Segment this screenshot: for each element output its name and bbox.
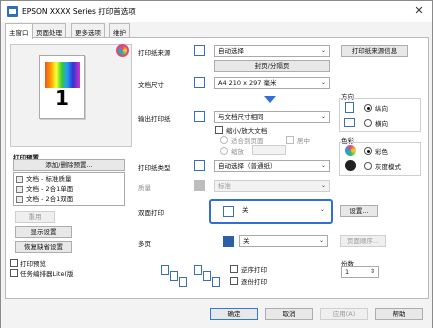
preset-item[interactable]: 文档 - 2合1单面 [16,184,73,194]
portrait-icon [345,102,354,113]
fit-to-page-label: 适合到页面 [231,137,264,145]
portrait-label: 纵向 [375,105,388,113]
grayscale-label: 灰度模式 [375,163,401,171]
duplex-icon [223,206,234,217]
portrait-radio[interactable] [364,104,372,112]
page-stack-icon [212,277,220,287]
chevron-down-icon: ⌄ [320,182,326,189]
reverse-order-label: 逆序打印 [241,266,267,274]
tab-more-options[interactable]: 更多选项 [71,23,105,38]
zoom-radio[interactable] [220,147,228,155]
document-size-label: 文档尺寸 [138,81,164,89]
tab-page-layout[interactable]: 页面处理 [32,23,66,38]
job-arranger-checkbox[interactable] [10,269,18,277]
multipage-select[interactable]: 关 ⌄ [239,235,328,247]
document-size-select[interactable]: A4 210 x 297 毫米 ⌄ [214,77,330,89]
show-settings-button[interactable]: 显示设置 [15,226,72,238]
arrow-down-icon [264,96,276,103]
reset-defaults-button[interactable]: 恢复缺省设置 [15,241,72,253]
close-button[interactable]: ✕ [412,4,426,18]
output-paper-label: 输出打印纸 [138,115,171,123]
paper-type-select[interactable]: 自动选择（普通纸） ⌄ [214,160,330,172]
chevron-down-icon: ⌄ [318,237,324,244]
print-preferences-window: EPSON XXXX Series 打印首选项 ✕ 主窗口 页面处理 更多选项 … [0,0,433,328]
preview-page-number: 1 [55,86,69,110]
page-stack-icon [194,265,202,275]
multipage-icon [223,236,234,247]
duplex-settings-button[interactable]: 设置... [340,205,378,217]
page-stack-icon [179,277,187,287]
reduce-enlarge-label: 缩小/放大文档 [226,127,268,135]
paper-type-label: 打印纸类型 [138,164,171,172]
preset-item[interactable]: 文档 - 标准质量 [16,174,71,184]
ok-button[interactable]: 确定 [210,308,258,320]
document-size-icon [194,77,205,88]
reduce-enlarge-checkbox[interactable] [215,126,223,134]
zoom-label: 缩放 [231,148,244,156]
add-remove-presets-button[interactable]: 添加/删除预置... [13,159,125,171]
center-label: 居中 [297,137,310,145]
color-wheel-icon [345,145,356,156]
paper-type-icon [194,160,205,171]
envelope-separator-button[interactable]: 封页/分隔页 [214,60,330,72]
chevron-down-icon: ⌄ [320,113,326,120]
cancel-button[interactable]: 取消 [265,308,313,320]
page-stack-icon [203,271,211,281]
quality-select[interactable]: 标准 ⌄ [214,180,330,192]
document-icon [16,195,23,203]
window-title: EPSON XXXX Series 打印首选项 [22,7,136,16]
collate-checkbox[interactable] [230,277,238,285]
chevron-down-icon: ⌄ [320,79,326,86]
landscape-radio[interactable] [364,119,372,127]
preset-item[interactable]: 文档 - 2合1双面 [16,194,73,204]
page-stack-icon [161,265,169,275]
preview-color-bar [45,62,80,88]
title-bar: EPSON XXXX Series 打印首选项 ✕ [1,1,432,22]
reverse-order-checkbox[interactable] [230,265,238,273]
print-preview-label: 打印预览 [20,260,46,268]
tab-maintenance[interactable]: 维护 [109,23,130,38]
duplex-select[interactable]: 关 ⌄ [239,205,328,217]
print-preview-checkbox[interactable] [10,259,18,267]
page-stack-icon [170,271,178,281]
collate-label: 逐份打印 [241,278,267,286]
grayscale-radio[interactable] [364,162,372,170]
landscape-label: 横向 [375,120,388,128]
paper-source-info-button[interactable]: 打印纸来源信息 [341,45,408,57]
output-paper-select[interactable]: 与文档尺寸相同 ⌄ [214,111,330,123]
help-button[interactable]: 帮助 [375,308,423,320]
output-paper-icon [194,111,205,122]
duplex-label: 双面打印 [138,209,164,217]
tab-main[interactable]: 主窗口 [5,23,33,39]
page-order-button[interactable]: 页面顺序... [340,235,386,247]
printer-app-icon [7,6,18,17]
chevron-down-icon: ⌄ [319,206,325,213]
chevron-down-icon: ⌄ [320,47,326,54]
job-arranger-label: 任务编排器Lite(版 [20,270,74,278]
quality-icon [194,180,205,191]
zoom-input[interactable] [252,145,286,155]
preview-paper: 1 [39,55,85,119]
grayscale-icon [345,160,356,171]
center-checkbox[interactable] [286,136,294,144]
color-radio[interactable] [364,147,372,155]
landscape-icon [344,118,355,127]
presets-list[interactable]: 文档 - 标准质量 文档 - 2合1单面 文档 - 2合1双面 [13,172,125,206]
multipage-label: 多页 [138,240,151,248]
apply-preset-button[interactable]: 重用 [15,211,55,223]
document-icon [16,185,23,193]
ink-levels-icon[interactable] [116,44,129,57]
spinner-icon: ⇕ [369,268,375,275]
document-icon [16,175,23,183]
color-label: 彩色 [375,148,388,156]
quality-label: 质量 [138,184,151,192]
paper-source-label: 打印纸来源 [138,49,171,57]
paper-source-select[interactable]: 自动选择 ⌄ [214,45,330,57]
copies-input[interactable]: 1 ⇕ [341,266,379,278]
fit-to-page-radio[interactable] [220,136,228,144]
apply-button[interactable]: 应用(A) [320,308,368,320]
chevron-down-icon: ⌄ [320,162,326,169]
paper-source-icon [194,45,205,56]
